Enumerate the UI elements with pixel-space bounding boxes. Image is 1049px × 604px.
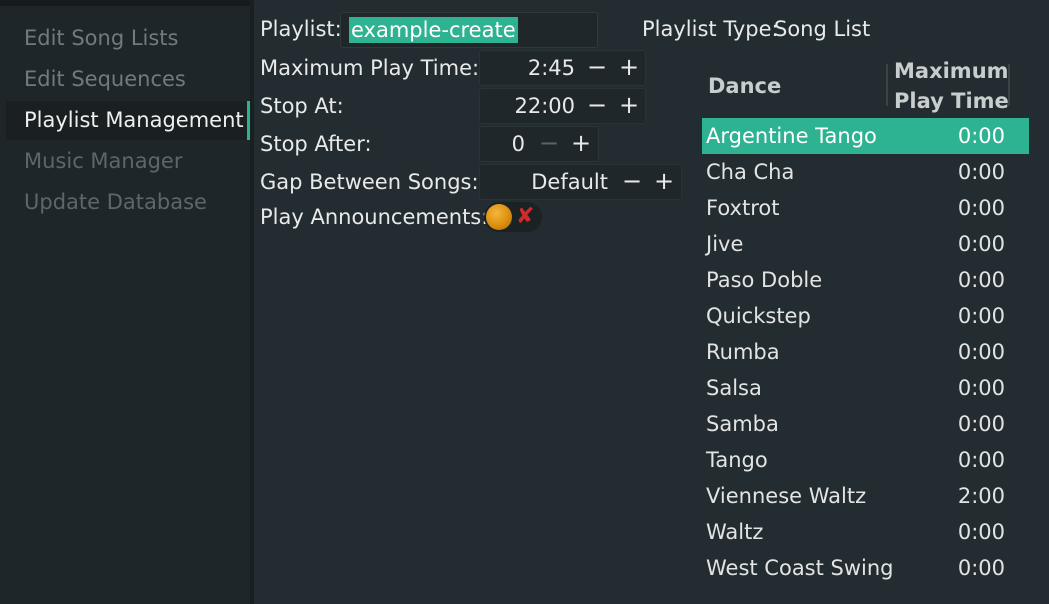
max-play-time-spinner[interactable]: 2:45 − + (479, 50, 646, 86)
dance-name-cell: Argentine Tango (706, 124, 877, 148)
sidebar-item-edit-sequences[interactable]: Edit Sequences (6, 60, 250, 99)
dance-name-cell: Samba (706, 412, 779, 436)
max-play-time-cell[interactable]: 0:00 (958, 442, 1005, 478)
column-separator[interactable] (886, 64, 888, 106)
gap-decrement-button[interactable]: − (616, 165, 648, 199)
max-play-time-decrement-button[interactable]: − (581, 51, 613, 85)
table-row[interactable]: Tango 0:00 (702, 442, 1029, 478)
column-header-max-play-time-line1[interactable]: Maximum (894, 56, 1009, 86)
max-play-time-cell[interactable]: 0:00 (958, 226, 1005, 262)
gap-between-songs-spinner[interactable]: Default − + (479, 164, 682, 200)
dance-name-cell: Foxtrot (706, 196, 780, 220)
max-play-time-cell[interactable]: 0:00 (958, 118, 1005, 154)
app-window: Edit Song Lists Edit Sequences Playlist … (0, 0, 1049, 604)
dance-name-cell: West Coast Swing (706, 556, 894, 580)
play-announcements-label: Play Announcements: (260, 205, 489, 229)
dance-name-cell: Salsa (706, 376, 762, 400)
stop-after-label: Stop After: (260, 132, 372, 156)
stop-at-decrement-button[interactable]: − (581, 89, 613, 123)
dance-name-cell: Jive (706, 232, 744, 256)
gap-between-songs-label: Gap Between Songs: (260, 170, 479, 194)
playlist-label: Playlist: (260, 17, 342, 41)
stop-after-spinner[interactable]: 0 − + (479, 126, 599, 162)
table-row[interactable]: Rumba 0:00 (702, 334, 1029, 370)
play-announcements-toggle[interactable]: ✘ (484, 202, 542, 232)
column-header-dance[interactable]: Dance (708, 71, 781, 101)
max-play-time-cell[interactable]: 0:00 (958, 190, 1005, 226)
playlist-type-value: Song List (774, 17, 871, 41)
max-play-time-increment-button[interactable]: + (613, 51, 645, 85)
stop-at-increment-button[interactable]: + (613, 89, 645, 123)
table-row[interactable]: West Coast Swing 0:00 (702, 550, 1029, 586)
table-row[interactable]: Foxtrot 0:00 (702, 190, 1029, 226)
stop-at-value[interactable]: 22:00 (480, 89, 575, 123)
table-row[interactable]: Paso Doble 0:00 (702, 262, 1029, 298)
max-play-time-cell[interactable]: 2:00 (958, 478, 1005, 514)
gap-increment-button[interactable]: + (648, 165, 680, 199)
table-row[interactable]: Waltz 0:00 (702, 514, 1029, 550)
table-row[interactable]: Jive 0:00 (702, 226, 1029, 262)
table-row[interactable]: Salsa 0:00 (702, 370, 1029, 406)
dance-name-cell: Cha Cha (706, 160, 795, 184)
max-play-time-cell[interactable]: 0:00 (958, 262, 1005, 298)
dance-name-cell: Paso Doble (706, 268, 823, 292)
dance-name-cell: Tango (706, 448, 768, 472)
off-x-icon: ✘ (516, 204, 535, 229)
max-play-time-cell[interactable]: 0:00 (958, 550, 1005, 586)
stop-after-increment-button[interactable]: + (565, 127, 597, 161)
playlist-name-value: example-create (349, 17, 518, 43)
playlist-type-label: Playlist Type: (642, 17, 779, 41)
dance-name-cell: Viennese Waltz (706, 484, 867, 508)
max-play-time-cell[interactable]: 0:00 (958, 334, 1005, 370)
column-separator[interactable] (1008, 64, 1010, 106)
dance-name-cell: Waltz (706, 520, 764, 544)
max-play-time-value[interactable]: 2:45 (480, 51, 575, 85)
stop-after-decrement-button[interactable]: − (533, 127, 565, 161)
max-play-time-cell[interactable]: 0:00 (958, 370, 1005, 406)
sidebar-item-edit-song-lists[interactable]: Edit Song Lists (6, 19, 250, 58)
stop-after-value[interactable]: 0 (480, 127, 525, 161)
stop-at-label: Stop At: (260, 94, 344, 118)
stop-at-spinner[interactable]: 22:00 − + (479, 88, 646, 124)
playlist-management-panel: Playlist: example-create Playlist Type: … (254, 0, 1049, 604)
max-play-time-label: Maximum Play Time: (260, 56, 480, 80)
max-play-time-cell[interactable]: 0:00 (958, 514, 1005, 550)
playlist-name-input[interactable]: example-create (340, 12, 598, 48)
column-header-max-play-time-line2[interactable]: Play Time (894, 86, 1009, 116)
dance-name-cell: Quickstep (706, 304, 811, 328)
sidebar: Edit Song Lists Edit Sequences Playlist … (0, 0, 250, 604)
sidebar-item-update-database[interactable]: Update Database (6, 183, 250, 222)
max-play-time-cell[interactable]: 0:00 (958, 298, 1005, 334)
table-row[interactable]: Samba 0:00 (702, 406, 1029, 442)
gap-between-songs-value[interactable]: Default (480, 165, 608, 199)
max-play-time-cell[interactable]: 0:00 (958, 406, 1005, 442)
toggle-knob-icon (486, 204, 512, 230)
table-row[interactable]: Cha Cha 0:00 (702, 154, 1029, 190)
table-row[interactable]: Viennese Waltz 2:00 (702, 478, 1029, 514)
sidebar-item-playlist-management[interactable]: Playlist Management (6, 101, 250, 140)
table-row[interactable]: Argentine Tango 0:00 (702, 118, 1029, 154)
dance-name-cell: Rumba (706, 340, 780, 364)
sidebar-item-music-manager[interactable]: Music Manager (6, 142, 250, 181)
max-play-time-cell[interactable]: 0:00 (958, 154, 1005, 190)
table-row[interactable]: Quickstep 0:00 (702, 298, 1029, 334)
